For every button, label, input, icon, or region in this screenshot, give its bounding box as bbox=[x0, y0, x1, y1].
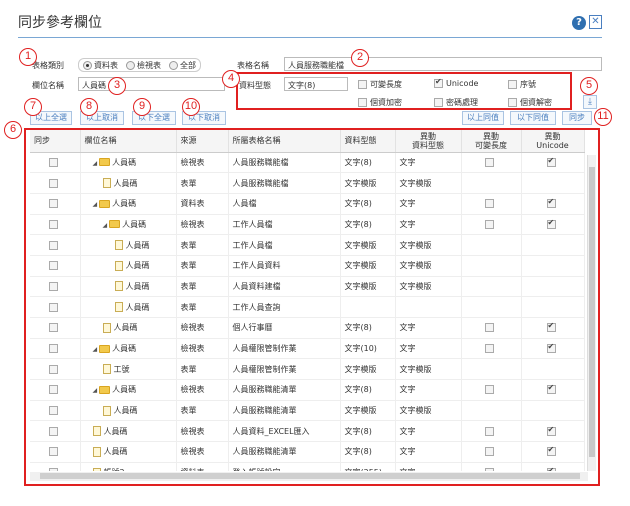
apply-down-icon[interactable]: ⤓ bbox=[583, 95, 597, 109]
table-name-field[interactable]: 人員服務職能檔 bbox=[284, 57, 602, 71]
same-value-above-button[interactable]: 以上同值 bbox=[462, 111, 504, 125]
table-type-label: 表格類別 bbox=[32, 61, 64, 70]
field-name-label: 欄位名稱 bbox=[32, 81, 64, 90]
callout-6: 6 bbox=[4, 121, 22, 139]
radio-label: 全部 bbox=[180, 60, 196, 70]
radio-data-table[interactable]: 資料表 bbox=[83, 60, 118, 71]
callout-4: 4 bbox=[222, 70, 240, 88]
callout-9: 9 bbox=[133, 98, 151, 116]
radio-dot-icon bbox=[126, 60, 135, 70]
help-icon[interactable]: ? bbox=[572, 16, 586, 30]
callout-1: 1 bbox=[19, 48, 37, 66]
callout-8: 8 bbox=[80, 98, 98, 116]
sync-button[interactable]: 同步 bbox=[562, 111, 592, 125]
radio-label: 檢視表 bbox=[137, 60, 161, 70]
radio-dot-icon bbox=[169, 60, 178, 70]
grid-highlight bbox=[24, 128, 600, 486]
callout-7: 7 bbox=[24, 98, 42, 116]
field-name-field[interactable]: 人員碼 bbox=[78, 77, 225, 91]
radio-view-table[interactable]: 檢視表 bbox=[126, 60, 161, 71]
table-name-label: 表格名稱 bbox=[237, 61, 269, 70]
table-type-radio-group: 資料表 檢視表 全部 bbox=[78, 58, 201, 72]
title-divider bbox=[18, 37, 602, 38]
callout-2: 2 bbox=[351, 49, 369, 67]
dialog-title: 同步參考欄位 bbox=[18, 15, 102, 31]
same-value-below-button[interactable]: 以下同值 bbox=[510, 111, 556, 125]
callout-3: 3 bbox=[108, 77, 126, 95]
radio-all[interactable]: 全部 bbox=[169, 60, 196, 71]
radio-dot-icon bbox=[83, 60, 92, 70]
close-icon[interactable]: ✕ bbox=[589, 15, 602, 29]
radio-label: 資料表 bbox=[94, 60, 118, 70]
field-attributes-highlight bbox=[236, 72, 572, 110]
callout-10: 10 bbox=[182, 98, 200, 116]
callout-5: 5 bbox=[580, 77, 598, 95]
callout-11: 11 bbox=[594, 108, 612, 126]
